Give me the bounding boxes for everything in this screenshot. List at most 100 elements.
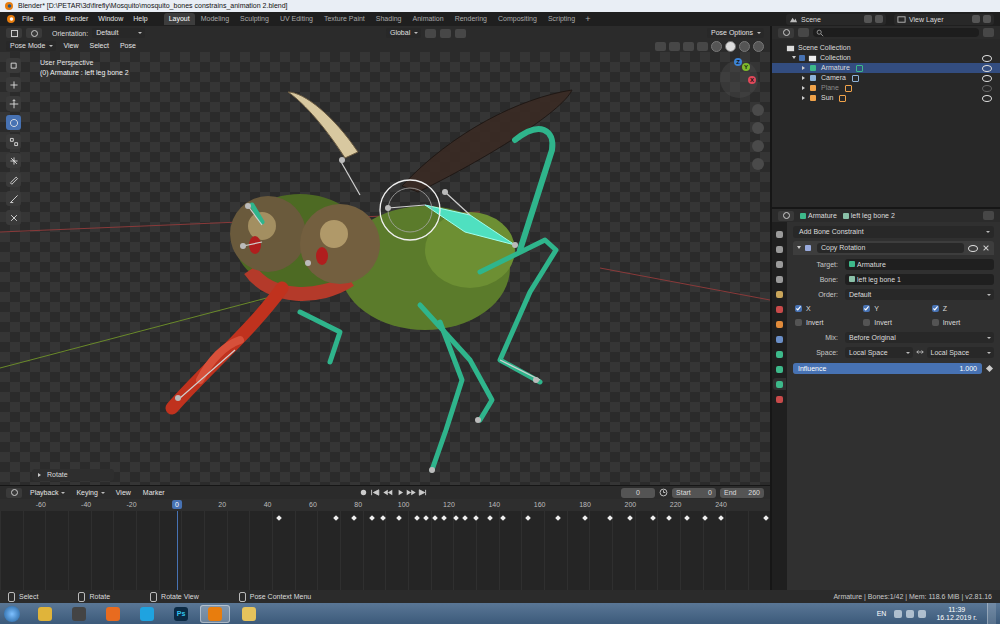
- owner-space-dropdown[interactable]: Local Space: [845, 347, 913, 358]
- eye-icon[interactable]: [982, 65, 992, 72]
- playhead-line[interactable]: [177, 511, 178, 590]
- axis-ball[interactable]: X: [748, 76, 756, 84]
- properties-tab[interactable]: [773, 348, 786, 360]
- filter-icon[interactable]: [983, 28, 994, 37]
- new-layer-icon[interactable]: [972, 15, 980, 23]
- keyframe[interactable]: [276, 515, 282, 521]
- keyframe[interactable]: [525, 515, 531, 521]
- eye-icon[interactable]: [968, 245, 978, 252]
- tray-icon[interactable]: [894, 610, 902, 618]
- close-icon[interactable]: [982, 244, 990, 252]
- constraint-field[interactable]: left leg bone 1: [845, 274, 994, 285]
- eye-icon[interactable]: [982, 75, 992, 82]
- keyframe[interactable]: [369, 515, 375, 521]
- taskbar-app[interactable]: [64, 605, 94, 623]
- menu-item[interactable]: File: [18, 13, 37, 25]
- collection-checkbox[interactable]: [799, 55, 805, 61]
- frame-ruler[interactable]: -60-40-202040608010012014016018020022024…: [0, 499, 770, 511]
- constraint-name-field[interactable]: Copy Rotation: [817, 243, 964, 253]
- keyframe[interactable]: [666, 515, 672, 521]
- viewport-menu[interactable]: Select: [85, 40, 112, 52]
- playhead-label[interactable]: 0: [172, 500, 182, 509]
- tool-button[interactable]: [6, 210, 21, 225]
- workspace-tab[interactable]: Texture Paint: [319, 13, 370, 25]
- checkbox[interactable]: [863, 305, 870, 312]
- keyframe[interactable]: [555, 515, 561, 521]
- pin-icon[interactable]: [983, 211, 994, 220]
- keyframe[interactable]: [718, 515, 724, 521]
- visibility-icon[interactable]: [655, 42, 666, 51]
- show-desktop-button[interactable]: [987, 603, 996, 624]
- keyframe[interactable]: [764, 515, 770, 521]
- properties-tab[interactable]: [773, 318, 786, 330]
- transform-orientation-dropdown[interactable]: Global: [386, 28, 421, 38]
- viewport-menu[interactable]: View: [59, 40, 82, 52]
- outliner-row[interactable]: Sun: [772, 93, 1000, 103]
- checkbox[interactable]: [932, 305, 939, 312]
- 3d-viewport[interactable]: Orientation:DefaultGlobalPose OptionsPos…: [0, 26, 770, 485]
- eye-icon[interactable]: [982, 95, 992, 102]
- add-workspace-button[interactable]: +: [581, 13, 594, 25]
- properties-tab[interactable]: [773, 333, 786, 345]
- start-frame-field[interactable]: Start0: [672, 488, 716, 498]
- scene-selector[interactable]: Scene: [786, 14, 886, 25]
- target-space-dropdown[interactable]: Local Space: [927, 347, 995, 358]
- viewport-canvas[interactable]: User Perspective(0) Armature : left leg …: [0, 52, 770, 485]
- timeline-menu[interactable]: Keying: [72, 487, 107, 499]
- keyframe[interactable]: [432, 515, 438, 521]
- mix-dropdown[interactable]: Before Original: [845, 332, 994, 343]
- outliner-row[interactable]: Armature: [772, 63, 1000, 73]
- start-button-icon[interactable]: [4, 606, 20, 622]
- keyframe-dot-icon[interactable]: [986, 365, 993, 372]
- language-indicator[interactable]: EN: [873, 610, 891, 617]
- tool-button[interactable]: [6, 153, 21, 168]
- navigation-gizmo[interactable]: XYZ: [720, 60, 758, 98]
- tool-button[interactable]: [6, 115, 21, 130]
- keyframe[interactable]: [684, 515, 690, 521]
- properties-tab[interactable]: [773, 288, 786, 300]
- menu-item[interactable]: Window: [94, 13, 127, 25]
- timeline-menu[interactable]: Playback: [26, 487, 68, 499]
- taskbar-app[interactable]: [132, 605, 162, 623]
- keyframe[interactable]: [462, 515, 468, 521]
- keyframe[interactable]: [453, 515, 459, 521]
- display-mode-icon[interactable]: [798, 28, 809, 37]
- workspace-tab[interactable]: Rendering: [450, 13, 492, 25]
- tool-button[interactable]: [6, 58, 21, 73]
- timeline-editor-icon[interactable]: [6, 488, 22, 498]
- playback-controls-icon[interactable]: [355, 488, 435, 497]
- proportional-icon[interactable]: [455, 29, 466, 38]
- keyframe[interactable]: [442, 515, 448, 521]
- menu-item[interactable]: Help: [129, 13, 151, 25]
- tool-button[interactable]: [6, 191, 21, 206]
- outliner-row[interactable]: Scene Collection: [772, 43, 1000, 53]
- taskbar-app[interactable]: Ps: [166, 605, 196, 623]
- properties-tab[interactable]: [773, 273, 786, 285]
- timeline-menu[interactable]: View: [112, 487, 135, 499]
- axis-toggle[interactable]: Y: [863, 305, 925, 312]
- blender-menu-icon[interactable]: [6, 14, 16, 24]
- outliner-row[interactable]: Plane: [772, 83, 1000, 93]
- keyframe[interactable]: [380, 515, 386, 521]
- properties-tab[interactable]: [773, 258, 786, 270]
- outliner-row[interactable]: Camera: [772, 73, 1000, 83]
- workspace-tab[interactable]: Sculpting: [235, 13, 274, 25]
- menu-item[interactable]: Render: [61, 13, 92, 25]
- network-icon[interactable]: [906, 610, 914, 618]
- tool-button[interactable]: [6, 172, 21, 187]
- properties-tab[interactable]: [773, 303, 786, 315]
- workspace-tab[interactable]: Animation: [408, 13, 449, 25]
- keyframe[interactable]: [414, 515, 420, 521]
- outliner-editor-icon[interactable]: [778, 28, 794, 38]
- workspace-tab[interactable]: Scripting: [543, 13, 580, 25]
- pivot-icon[interactable]: [425, 29, 436, 38]
- overlay-icon[interactable]: [683, 42, 694, 51]
- checkbox[interactable]: [932, 319, 939, 326]
- outliner-row[interactable]: Collection: [772, 53, 1000, 63]
- invert-toggle[interactable]: Invert: [795, 319, 857, 326]
- workspace-tab[interactable]: UV Editing: [275, 13, 318, 25]
- properties-tab[interactable]: [773, 228, 786, 240]
- constraint-field[interactable]: Default: [845, 289, 994, 300]
- taskbar-app[interactable]: [98, 605, 128, 623]
- influence-slider[interactable]: Influence1.000: [793, 363, 982, 374]
